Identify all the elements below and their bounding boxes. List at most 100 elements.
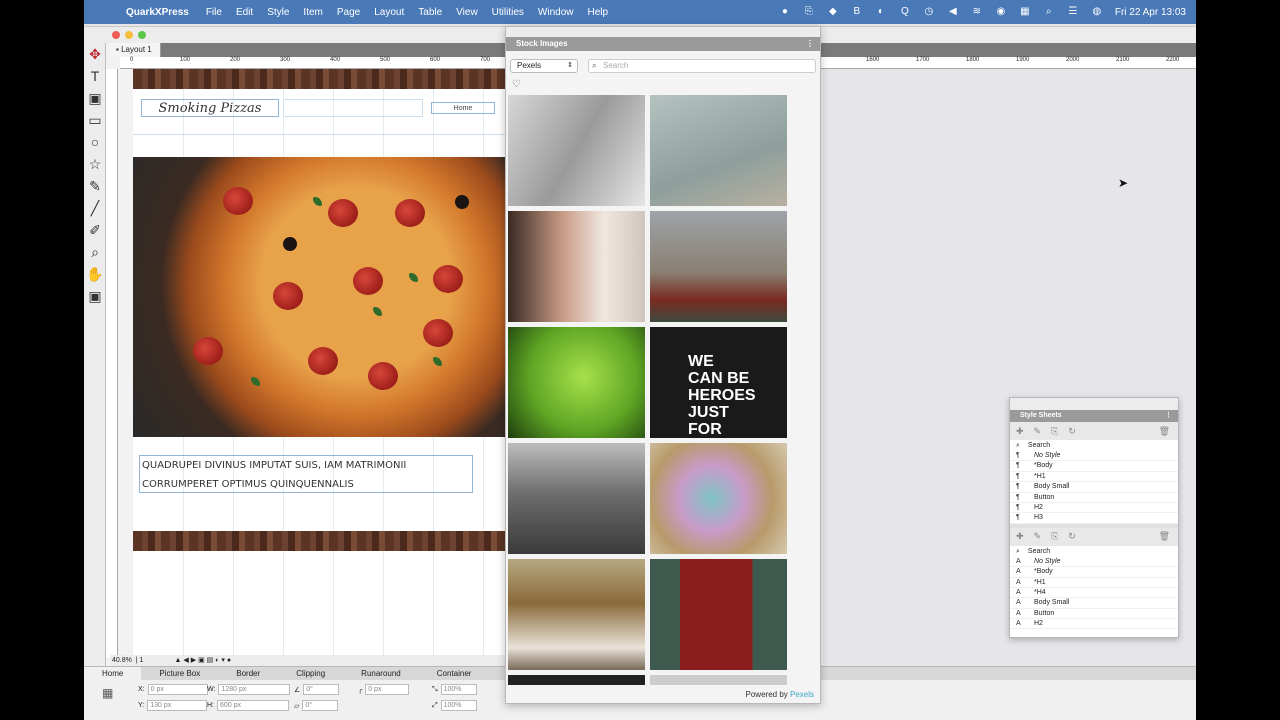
delete-style-icon[interactable]: 🗑 [1159,531,1170,542]
favorites-heart-icon[interactable]: ♡ [512,79,521,90]
layout-tab[interactable]: ▪ Layout 1 [110,43,161,57]
refresh-style-icon[interactable]: ↻ [1068,531,1076,542]
menu-view[interactable]: View [456,7,478,18]
zoom-tool-icon[interactable]: ⌕ [84,241,106,263]
skew-field[interactable] [302,700,339,711]
hand-tool-icon[interactable]: ✋ [84,263,106,285]
logo-text-box[interactable]: Smoking Pizzas [141,99,279,117]
stock-thumb-city-street[interactable] [508,443,645,554]
oval-tool-icon[interactable]: ○ [84,131,106,153]
script-icon[interactable]: ⎘ [803,6,815,18]
y-field[interactable] [147,700,208,711]
rectangle-tool-icon[interactable]: ▭ [84,109,106,131]
character-style-item[interactable]: A *H4 [1010,588,1178,599]
move-tool-icon[interactable]: ✥ [84,43,106,65]
paragraph-style-item[interactable]: ¶ Body Small [1010,482,1178,493]
star-tool-icon[interactable]: ☆ [84,153,106,175]
menu-app-name[interactable]: QuarkXPress [126,7,189,18]
corner-radius-field[interactable] [365,684,410,695]
source-select[interactable]: Pexels ⇕ [510,59,578,73]
body-text-box[interactable]: QUADRUPEI DIVINUS IMPUTAT SUIS, IAM MATR… [139,455,473,493]
pexels-link[interactable]: Pexels [790,690,814,699]
menu-window[interactable]: Window [538,7,574,18]
home-nav-button[interactable]: Home [431,102,495,114]
minimize-window-icon[interactable] [125,31,133,39]
stock-thumb-bedroom[interactable] [508,559,645,670]
height-field[interactable] [217,700,289,711]
palette-header[interactable] [1010,398,1178,410]
picture-tool-icon[interactable]: ▣ [84,87,106,109]
paragraph-style-item[interactable]: ¶ No Style [1010,451,1178,462]
stock-thumb-partial[interactable] [650,675,787,685]
stock-thumb-easter-eggs[interactable] [650,443,787,554]
zoom-window-icon[interactable] [138,31,146,39]
duplicate-style-icon[interactable]: ⎘ [1051,531,1058,542]
scale-y-field[interactable] [440,700,477,711]
pen-tool-icon[interactable]: ✎ [84,175,106,197]
character-style-item[interactable]: A Body Small [1010,598,1178,609]
stock-thumb-leaf[interactable] [508,327,645,438]
stock-thumb-women-mirror[interactable] [508,211,645,322]
tab-border[interactable]: Border [218,667,278,680]
stock-thumb-man-rose[interactable] [508,95,645,206]
x-field[interactable] [147,684,208,695]
menu-style[interactable]: Style [267,7,289,18]
menu-layout[interactable]: Layout [374,7,404,18]
paragraph-style-search[interactable]: ⌕ Search [1010,440,1178,451]
flag-icon[interactable]: ▦ [1019,6,1031,18]
time-machine-icon[interactable]: ◷ [923,6,935,18]
new-style-icon[interactable]: ✚ [1016,531,1024,542]
reference-point-icon[interactable]: ▦ [102,686,113,700]
character-style-item[interactable]: A H2 [1010,619,1178,630]
menu-item[interactable]: Item [303,7,322,18]
delete-style-icon[interactable]: 🗑 [1159,426,1170,437]
scale-x-field[interactable] [440,684,477,695]
stock-thumb-heroes-sign[interactable]: WE CAN BE HEROES JUST FOR [650,327,787,438]
character-style-search[interactable]: ⌕ Search [1010,546,1178,557]
page-nav-arrows-icon[interactable]: ▲ ◀ ▶ ▣ ▤ ◐ ▾ ● [175,657,232,664]
search-app-icon[interactable]: Q [899,6,911,18]
stock-thumb-red-door[interactable] [650,559,787,670]
text-tool-icon[interactable]: T [84,65,106,87]
close-window-icon[interactable] [112,31,120,39]
app-b-icon[interactable]: B [851,6,863,18]
eyedropper-tool-icon[interactable]: ✐ [84,219,106,241]
preview-tool-icon[interactable]: ▣ [84,285,106,307]
width-field[interactable] [218,684,291,695]
refresh-style-icon[interactable]: ↻ [1068,426,1076,437]
paragraph-style-item[interactable]: ¶ Button [1010,493,1178,503]
zoom-level[interactable]: 40.8% [112,657,132,664]
menu-edit[interactable]: Edit [236,7,253,18]
paragraph-style-item[interactable]: ¶ *H1 [1010,472,1178,483]
nav-spacer-box[interactable] [283,99,423,117]
palette-title-bar[interactable]: Stock Images ⋮ [506,37,820,51]
stock-thumb-ferris-wheel[interactable] [650,95,787,206]
character-style-item[interactable]: A Button [1010,609,1178,620]
paragraph-style-item[interactable]: ¶ *Body [1010,461,1178,472]
edit-style-icon[interactable]: ✎ [1034,426,1042,437]
character-style-item[interactable]: A *Body [1010,567,1178,578]
menu-file[interactable]: File [206,7,222,18]
quark-icon[interactable]: ◐ [875,6,887,18]
character-style-item[interactable]: A *H1 [1010,578,1178,588]
tab-runaround[interactable]: Runaround [343,667,419,680]
palette-header[interactable] [506,27,820,37]
menu-utilities[interactable]: Utilities [492,7,524,18]
stock-search-input[interactable]: ⌕ Search [588,59,816,73]
dropbox-icon[interactable]: ◆ [827,6,839,18]
character-style-item[interactable]: A No Style [1010,557,1178,568]
wifi-icon[interactable]: ≋ [971,6,983,18]
tab-container[interactable]: Container [419,667,490,680]
menu-page[interactable]: Page [337,7,360,18]
record-icon[interactable]: ● [779,6,791,18]
menu-table[interactable]: Table [418,7,442,18]
new-style-icon[interactable]: ✚ [1016,426,1024,437]
page-number[interactable]: 1 [140,657,144,664]
tab-clipping[interactable]: Clipping [278,667,343,680]
stock-thumb-partial[interactable] [508,675,645,685]
layout-page[interactable]: Smoking Pizzas Home QUADRUPEI DIVINUS IM… [133,69,505,667]
palette-menu-icon[interactable]: ⋮ [1165,410,1172,422]
pizza-picture-box[interactable] [133,157,505,437]
tab-home[interactable]: Home [84,667,142,680]
edit-style-icon[interactable]: ✎ [1034,531,1042,542]
